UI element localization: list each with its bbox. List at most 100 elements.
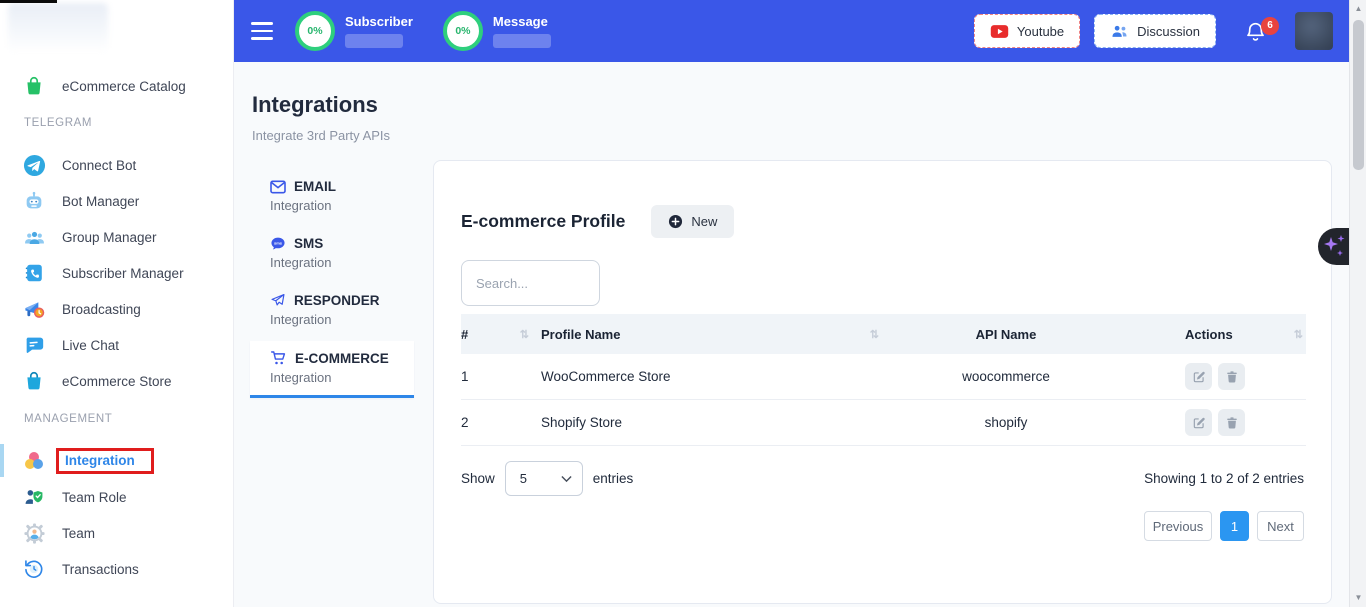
group-icon [22, 225, 46, 249]
role-shield-icon [22, 485, 46, 509]
svg-text:sms: sms [274, 241, 283, 246]
contacts-phone-icon [22, 261, 46, 285]
message-label: Message [493, 14, 551, 29]
notification-bell[interactable]: 6 [1244, 20, 1267, 43]
hamburger-menu-icon[interactable] [251, 22, 273, 40]
row-profile-name: WooCommerce Store [541, 369, 891, 384]
browser-artifact-bar [0, 0, 57, 3]
delete-button[interactable] [1218, 363, 1245, 390]
edit-button[interactable] [1185, 363, 1212, 390]
new-profile-button[interactable]: New [651, 205, 734, 238]
user-avatar[interactable] [1295, 12, 1333, 50]
entries-label: entries [593, 471, 634, 486]
search-input[interactable] [461, 260, 600, 306]
people-icon [1110, 23, 1129, 39]
sidebar-item-team[interactable]: Team [0, 518, 233, 548]
column-header-num[interactable]: # ⇅ [461, 327, 541, 342]
sidebar-section-management: MANAGEMENT [0, 413, 233, 427]
sidebar-item-broadcasting[interactable]: Broadcasting [0, 294, 233, 324]
previous-page-button[interactable]: Previous [1144, 511, 1212, 541]
subnav-title: E-COMMERCE [295, 351, 389, 366]
scroll-down-arrow-icon[interactable]: ▼ [1350, 593, 1366, 602]
subnav-title: RESPONDER [294, 293, 380, 308]
sort-icon: ⇅ [870, 328, 891, 341]
sidebar-section-telegram: TELEGRAM [0, 117, 233, 131]
sidebar-item-label: Bot Manager [62, 194, 139, 209]
discussion-button[interactable]: Discussion [1094, 14, 1216, 48]
table-header-row: # ⇅ Profile Name ⇅ API Name Actions ⇅ [461, 314, 1306, 354]
plus-circle-icon [668, 214, 683, 229]
profiles-table: # ⇅ Profile Name ⇅ API Name Actions ⇅ [461, 314, 1306, 446]
sidebar-item-label: Transactions [62, 562, 139, 577]
sidebar-item-live-chat[interactable]: Live Chat [0, 330, 233, 360]
subnav-email-integration[interactable]: EMAIL Integration [250, 170, 414, 227]
page-size-select[interactable]: 5 [505, 461, 583, 496]
sidebar-item-label: Subscriber Manager [62, 266, 184, 281]
subnav-subtitle: Integration [270, 255, 414, 270]
megaphone-icon [22, 297, 46, 321]
page-title: Integrations [252, 92, 378, 118]
showing-entries-text: Showing 1 to 2 of 2 entries [1144, 471, 1304, 486]
delete-button[interactable] [1218, 409, 1245, 436]
gear-person-icon [22, 521, 46, 545]
column-header-api-name[interactable]: API Name [891, 327, 1121, 342]
page-size-value: 5 [520, 471, 527, 486]
sidebar-item-label: Team [62, 526, 95, 541]
app-window: eCommerce Catalog TELEGRAM Connect Bot B… [0, 0, 1366, 607]
new-button-label: New [691, 214, 717, 229]
sidebar-item-group-manager[interactable]: Group Manager [0, 222, 233, 252]
sidebar-item-label: Team Role [62, 490, 127, 505]
sidebar-item-integration[interactable]: Integration [0, 446, 233, 476]
chevron-down-icon [561, 475, 572, 483]
column-header-profile-name[interactable]: Profile Name ⇅ [541, 327, 891, 342]
edit-button[interactable] [1185, 409, 1212, 436]
subnav-title: SMS [294, 236, 323, 251]
vertical-scrollbar[interactable]: ▲ ▼ [1349, 0, 1366, 607]
sidebar-item-ecommerce-catalog[interactable]: eCommerce Catalog [0, 71, 233, 101]
show-label: Show [461, 471, 495, 486]
scroll-up-arrow-icon[interactable]: ▲ [1350, 4, 1366, 13]
store-bag-icon [22, 369, 46, 393]
row-api-name: shopify [891, 415, 1121, 430]
subscriber-label: Subscriber [345, 14, 413, 29]
page-subtitle: Integrate 3rd Party APIs [252, 128, 390, 143]
subnav-ecommerce-integration[interactable]: E-COMMERCE Integration [250, 341, 414, 398]
cart-icon [270, 350, 287, 366]
robot-icon [22, 189, 46, 213]
subnav-subtitle: Integration [270, 198, 414, 213]
card-title: E-commerce Profile [461, 211, 625, 232]
sidebar-item-bot-manager[interactable]: Bot Manager [0, 186, 233, 216]
current-page-button[interactable]: 1 [1220, 511, 1249, 541]
message-percent: 0% [455, 25, 470, 37]
progress-ring-icon: 0% [295, 11, 335, 51]
progress-ring-icon: 0% [443, 11, 483, 51]
sidebar-item-team-role[interactable]: Team Role [0, 482, 233, 512]
subnav-responder-integration[interactable]: RESPONDER Integration [250, 284, 414, 341]
youtube-icon [990, 24, 1009, 39]
scrollbar-thumb[interactable] [1353, 20, 1364, 170]
subscriber-count-redacted [345, 34, 403, 48]
row-num: 1 [461, 369, 541, 384]
subscriber-stat: 0% Subscriber [295, 11, 413, 51]
subnav-subtitle: Integration [270, 312, 414, 327]
sidebar-item-connect-bot[interactable]: Connect Bot [0, 150, 233, 180]
subnav-title: EMAIL [294, 179, 336, 194]
app-logo [8, 3, 108, 53]
table-row: 1 WooCommerce Store woocommerce [461, 354, 1306, 400]
youtube-button[interactable]: Youtube [974, 14, 1080, 48]
sidebar-item-ecommerce-store[interactable]: eCommerce Store [0, 366, 233, 396]
sidebar-item-subscriber-manager[interactable]: Subscriber Manager [0, 258, 233, 288]
sidebar-item-label: Connect Bot [62, 158, 136, 173]
ai-assistant-button[interactable] [1318, 228, 1349, 265]
subnav-sms-integration[interactable]: sms SMS Integration [250, 227, 414, 284]
sort-icon: ⇅ [1294, 328, 1306, 341]
row-num: 2 [461, 415, 541, 430]
sidebar-item-label: Live Chat [62, 338, 119, 353]
color-circles-icon [22, 449, 46, 473]
main-content: Integrations Integrate 3rd Party APIs EM… [234, 62, 1366, 607]
next-page-button[interactable]: Next [1257, 511, 1304, 541]
sidebar: eCommerce Catalog TELEGRAM Connect Bot B… [0, 0, 234, 607]
top-header: 0% Subscriber 0% Message Youtube [234, 0, 1366, 62]
sidebar-item-transactions[interactable]: Transactions [0, 554, 233, 584]
column-header-actions[interactable]: Actions ⇅ [1121, 327, 1306, 342]
